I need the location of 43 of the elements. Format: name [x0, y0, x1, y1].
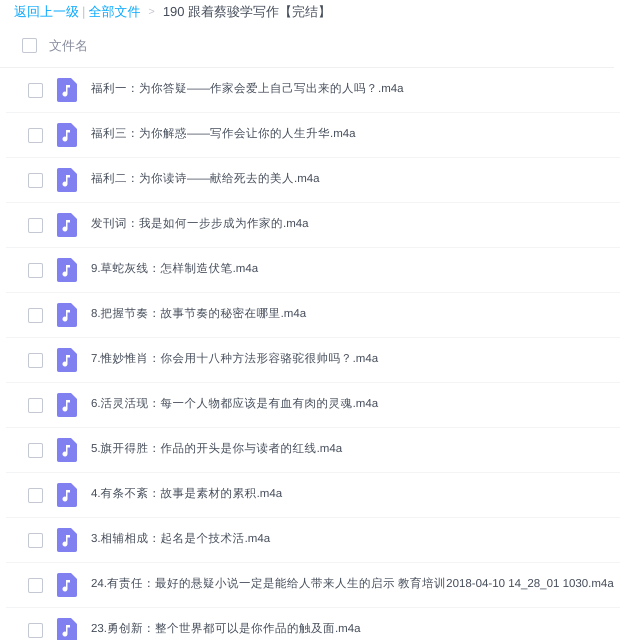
- file-name[interactable]: 9.草蛇灰线：怎样制造伏笔.m4a: [91, 261, 258, 279]
- file-name[interactable]: 7.惟妙惟肖：你会用十八种方法形容骆驼很帅吗？.m4a: [91, 351, 378, 369]
- music-file-icon: [57, 303, 77, 327]
- breadcrumb-arrow: >: [148, 4, 155, 20]
- music-file-icon: [57, 528, 77, 552]
- checkbox[interactable]: [28, 128, 43, 142]
- music-file-icon: [57, 393, 77, 417]
- music-file-icon: [57, 483, 77, 507]
- current-folder: 190 跟着蔡骏学写作【完结】: [162, 3, 332, 22]
- file-name[interactable]: 24.有责任：最好的悬疑小说一定是能给人带来人生的启示 教育培训2018-04-10 14_28_01 1030.m4a: [91, 576, 614, 594]
- checkbox[interactable]: [28, 488, 43, 502]
- file-name[interactable]: 3.相辅相成：起名是个技术活.m4a: [91, 531, 270, 549]
- checkbox[interactable]: [28, 352, 43, 368]
- file-name[interactable]: 4.有条不紊：故事是素材的累积.m4a: [91, 486, 282, 504]
- file-name[interactable]: 8.把握节奏：故事节奏的秘密在哪里.m4a: [91, 306, 306, 324]
- music-file-icon: [57, 573, 77, 597]
- checkbox[interactable]: [28, 532, 43, 548]
- music-file-icon: [57, 348, 77, 372]
- file-name[interactable]: 6.活灵活现：每一个人物都应该是有血有肉的灵魂.m4a: [91, 396, 378, 414]
- music-file-icon: [57, 78, 77, 102]
- checkbox[interactable]: [28, 622, 43, 638]
- music-file-icon: [57, 123, 77, 147]
- music-file-icon: [57, 258, 77, 282]
- checkbox[interactable]: [28, 398, 43, 412]
- checkbox[interactable]: [28, 442, 43, 458]
- music-file-icon: [57, 213, 77, 237]
- file-name[interactable]: 福利一：为你答疑——作家会爱上自己写出来的人吗？.m4a: [91, 81, 404, 99]
- checkbox[interactable]: [28, 172, 43, 188]
- file-name[interactable]: 福利二：为你读诗——献给死去的美人.m4a: [91, 171, 320, 189]
- file-name[interactable]: 23.勇创新：整个世界都可以是你作品的触及面.m4a: [91, 621, 361, 639]
- checkbox[interactable]: [28, 262, 43, 278]
- file-name[interactable]: 发刊词：我是如何一步步成为作家的.m4a: [91, 216, 309, 234]
- music-file-icon: [57, 438, 77, 462]
- checkbox[interactable]: [22, 38, 37, 53]
- music-file-icon: [57, 168, 77, 192]
- checkbox[interactable]: [28, 82, 43, 98]
- file-name[interactable]: 福利三：为你解惑——写作会让你的人生升华.m4a: [91, 126, 356, 144]
- column-header: 文件名: [49, 36, 88, 55]
- checkbox[interactable]: [28, 578, 43, 592]
- checkbox[interactable]: [28, 308, 43, 322]
- checkbox[interactable]: [28, 218, 43, 232]
- separator: |: [82, 3, 86, 22]
- file-name[interactable]: 5.旗开得胜：作品的开头是你与读者的红线.m4a: [91, 441, 342, 459]
